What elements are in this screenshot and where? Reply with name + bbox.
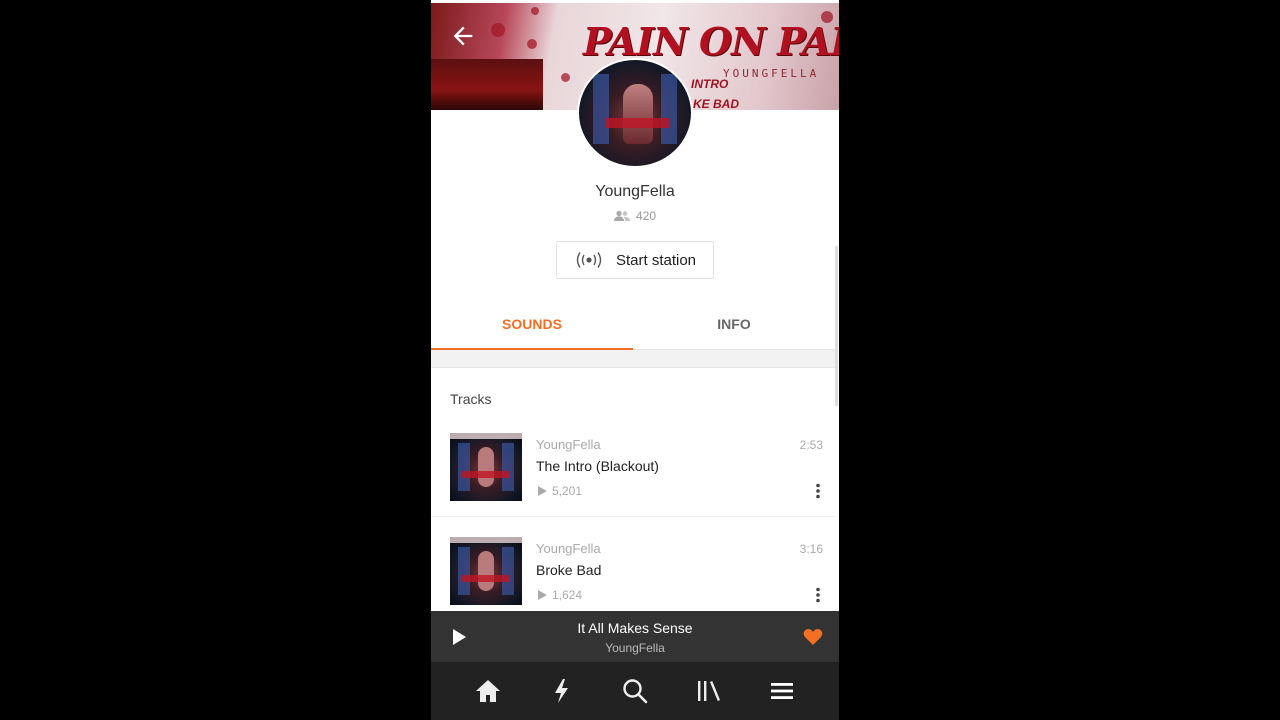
track-plays-value: 1,624 xyxy=(552,588,583,602)
nav-menu[interactable] xyxy=(766,675,798,707)
tracks-heading: Tracks xyxy=(450,391,492,407)
avatar[interactable] xyxy=(577,58,693,168)
avatar-art xyxy=(593,74,609,144)
profile-tabs: SOUNDS INFO xyxy=(431,306,835,350)
bottom-navigation xyxy=(431,662,839,720)
banner-track-label: INTRO xyxy=(691,77,729,91)
nav-stream[interactable] xyxy=(545,675,577,707)
artwork-detail xyxy=(502,547,514,595)
track-row[interactable]: YoungFella Broke Bad 1,624 3:16 xyxy=(431,537,835,621)
banner-splatter xyxy=(561,73,570,82)
profile-username: YoungFella xyxy=(595,183,675,200)
banner-track-label: KE BAD xyxy=(693,97,740,110)
avatar-art xyxy=(605,118,669,128)
artwork-detail xyxy=(478,551,494,591)
search-icon xyxy=(623,679,648,704)
tab-sounds[interactable]: SOUNDS xyxy=(431,306,633,350)
now-playing-title: It All Makes Sense xyxy=(577,620,693,636)
start-station-label: Start station xyxy=(615,251,697,269)
home-icon xyxy=(475,680,500,702)
followers-count-value: 420 xyxy=(635,209,657,223)
followers-icon xyxy=(613,210,630,221)
banner-splatter xyxy=(491,23,505,37)
avatar-art xyxy=(661,74,677,144)
play-count-icon xyxy=(538,486,547,496)
artwork-detail xyxy=(502,443,514,491)
menu-icon xyxy=(771,683,794,699)
artwork-detail xyxy=(478,447,494,487)
play-count-icon xyxy=(538,590,547,600)
track-duration: 3:16 xyxy=(799,542,823,556)
library-icon xyxy=(697,681,720,701)
track-title: The Intro (Blackout) xyxy=(536,458,659,474)
banner-splatter xyxy=(531,7,539,15)
mini-player[interactable]: It All Makes Sense YoungFella xyxy=(431,611,839,662)
heart-icon[interactable] xyxy=(803,628,823,646)
artwork-detail xyxy=(450,537,522,543)
nav-library[interactable] xyxy=(693,675,725,707)
track-duration: 2:53 xyxy=(799,438,823,452)
banner-wall xyxy=(431,59,543,110)
track-plays-value: 5,201 xyxy=(552,484,583,498)
scrollbar[interactable] xyxy=(835,246,838,406)
track-artist: YoungFella xyxy=(536,437,601,452)
nav-search[interactable] xyxy=(619,675,651,707)
section-divider xyxy=(431,350,835,368)
banner-subtitle: YOUNGFELLA xyxy=(723,67,820,80)
banner-title: PAIN ON PAPER xyxy=(583,19,839,64)
track-plays: 1,624 xyxy=(536,588,582,602)
artwork-detail xyxy=(450,433,522,439)
track-artwork xyxy=(450,433,522,501)
avatar-art xyxy=(623,84,653,144)
more-options-icon[interactable] xyxy=(815,483,821,499)
phone-screen: PAIN ON PAPER YOUNGFELLA INTRO KE BAD Yo… xyxy=(431,0,839,720)
track-artwork xyxy=(450,537,522,605)
nav-home[interactable] xyxy=(472,675,504,707)
track-row[interactable]: YoungFella The Intro (Blackout) 5,201 2:… xyxy=(431,433,835,517)
start-station-button[interactable]: Start station xyxy=(556,241,714,279)
now-playing-artist: YoungFella xyxy=(605,641,665,655)
radio-station-icon xyxy=(576,252,602,268)
tab-info[interactable]: INFO xyxy=(633,306,835,349)
stream-icon xyxy=(555,679,569,703)
artwork-detail xyxy=(462,575,510,582)
track-artist: YoungFella xyxy=(536,541,601,556)
artwork-detail xyxy=(462,471,510,478)
artwork-detail xyxy=(458,547,470,595)
back-button[interactable] xyxy=(449,22,477,50)
track-title: Broke Bad xyxy=(536,562,602,578)
track-plays: 5,201 xyxy=(536,484,582,498)
more-options-icon[interactable] xyxy=(815,587,821,603)
arrow-left-icon xyxy=(453,26,473,46)
banner-splatter xyxy=(527,39,537,49)
followers-count[interactable]: 420 xyxy=(431,209,839,223)
artwork-detail xyxy=(458,443,470,491)
